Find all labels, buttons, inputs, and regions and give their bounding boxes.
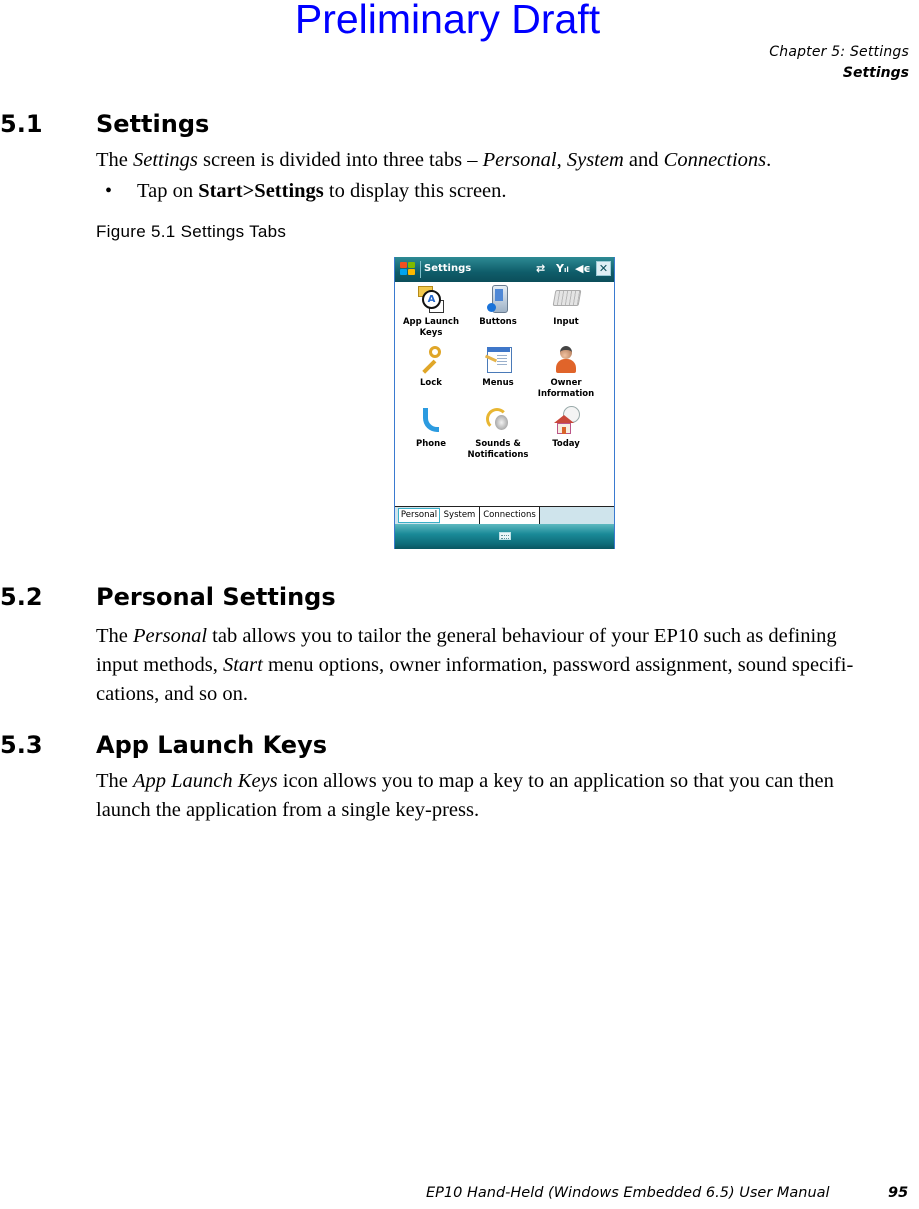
settings-item-buttons[interactable]: Buttons	[463, 284, 533, 328]
body-line: The Personal tab allows you to tailor th…	[96, 622, 916, 650]
text: icon allows you to map a key to an appli…	[277, 770, 834, 792]
tab-system[interactable]: System	[440, 507, 480, 524]
windows-start-icon[interactable]	[400, 262, 416, 277]
section-number: 5.2	[0, 583, 43, 611]
buttons-icon	[483, 284, 513, 314]
footer-title: EP10 Hand-Held (Windows Embedded 6.5) Us…	[426, 1185, 830, 1201]
watermark: Preliminary Draft	[294, 0, 601, 42]
item-label: Lock	[420, 378, 442, 388]
item-label: Phone	[416, 439, 446, 449]
section-body: The App Launch Keys icon allows you to m…	[96, 767, 916, 824]
text: tab allows you to tailor the general beh…	[207, 625, 837, 647]
settings-screenshot: Settings ⇄ Yıl ◀ϵ ✕ A App Launch Keys Bu…	[394, 257, 615, 549]
section-title: Settings	[96, 110, 210, 138]
app-launch-keys-icon: A	[416, 284, 446, 314]
bottom-bar	[395, 524, 614, 549]
tab-personal[interactable]: Personal	[398, 508, 440, 523]
title-bar: Settings ⇄ Yıl ◀ϵ ✕	[395, 257, 614, 282]
settings-item-app-launch-keys[interactable]: A App Launch Keys	[396, 284, 466, 339]
settings-item-sounds-notifications[interactable]: Sounds & Notifications	[463, 406, 533, 461]
text: .	[766, 149, 772, 171]
text: input methods,	[96, 654, 223, 676]
owner-information-icon	[551, 345, 581, 375]
bullet-marker: •	[105, 180, 113, 202]
emphasis: Connections	[663, 149, 767, 171]
item-label: Buttons	[479, 317, 517, 327]
signal-icon[interactable]: Yıl	[556, 262, 569, 275]
input-icon	[551, 284, 582, 314]
item-label: Today	[552, 439, 580, 449]
volume-muted-icon[interactable]: ◀ϵ	[575, 262, 591, 275]
tab-strip: Personal System Connections	[395, 506, 614, 524]
section-body: The Personal tab allows you to tailor th…	[96, 622, 916, 708]
today-icon	[551, 406, 581, 436]
section-number: 5.3	[0, 731, 43, 759]
text: Tap on	[137, 180, 199, 202]
settings-item-owner-information[interactable]: Owner Information	[531, 345, 601, 400]
settings-item-menus[interactable]: Menus	[463, 345, 533, 389]
text: to display this screen.	[323, 180, 507, 202]
window-title: Settings	[424, 263, 472, 274]
phone-icon	[416, 406, 446, 436]
emphasis: App Launch Keys	[133, 770, 278, 792]
section-intro: The Settings screen is divided into thre…	[96, 146, 916, 174]
body-line: cations, and so on.	[96, 683, 249, 705]
settings-item-today[interactable]: Today	[531, 406, 601, 450]
item-label: Input	[553, 317, 579, 327]
emphasis: Start	[222, 654, 263, 676]
item-label: Keys	[419, 328, 443, 338]
item-label: Menus	[482, 378, 514, 388]
text: and	[623, 149, 664, 171]
emphasis: System	[566, 149, 624, 171]
figure-caption: Figure 5.1 Settings Tabs	[96, 222, 287, 241]
title-separator	[420, 261, 421, 278]
text: menu options, owner information, passwor…	[262, 654, 854, 676]
page-number: 95	[888, 1185, 909, 1201]
item-label: Sounds &	[475, 439, 521, 449]
text: The	[96, 770, 133, 792]
text: ,	[556, 149, 567, 171]
text: The	[96, 625, 133, 647]
item-label: App Launch	[402, 317, 460, 327]
text: screen is divided into three tabs –	[197, 149, 483, 171]
settings-item-phone[interactable]: Phone	[396, 406, 466, 450]
chapter-header: Chapter 5: Settings	[769, 44, 909, 60]
emphasis: Personal	[482, 149, 557, 171]
close-button[interactable]: ✕	[596, 261, 611, 276]
body-line: input methods, Start menu options, owner…	[96, 651, 916, 679]
section-header: Settings	[842, 65, 909, 81]
item-label: Notifications	[467, 450, 529, 460]
bullet-text: Tap on Start>Settings to display this sc…	[137, 180, 507, 203]
tab-connections[interactable]: Connections	[480, 507, 540, 524]
menu-path: Start>Settings	[198, 180, 324, 202]
item-label: Information	[537, 389, 595, 399]
emphasis: Settings	[133, 149, 198, 171]
menus-icon	[483, 345, 513, 375]
settings-item-lock[interactable]: Lock	[396, 345, 466, 389]
item-label: Owner	[550, 378, 582, 388]
keyboard-icon[interactable]	[499, 532, 511, 540]
emphasis: Personal	[133, 625, 208, 647]
lock-icon	[416, 345, 446, 375]
section-title: Personal Settings	[96, 583, 336, 611]
body-line: launch the application from a single key…	[96, 799, 480, 821]
section-title: App Launch Keys	[96, 731, 327, 759]
body-line: The App Launch Keys icon allows you to m…	[96, 767, 916, 795]
settings-item-input[interactable]: Input	[531, 284, 601, 328]
connectivity-icon[interactable]: ⇄	[536, 262, 545, 275]
text: The	[96, 149, 133, 171]
section-number: 5.1	[0, 110, 43, 138]
sounds-notifications-icon	[483, 406, 513, 436]
